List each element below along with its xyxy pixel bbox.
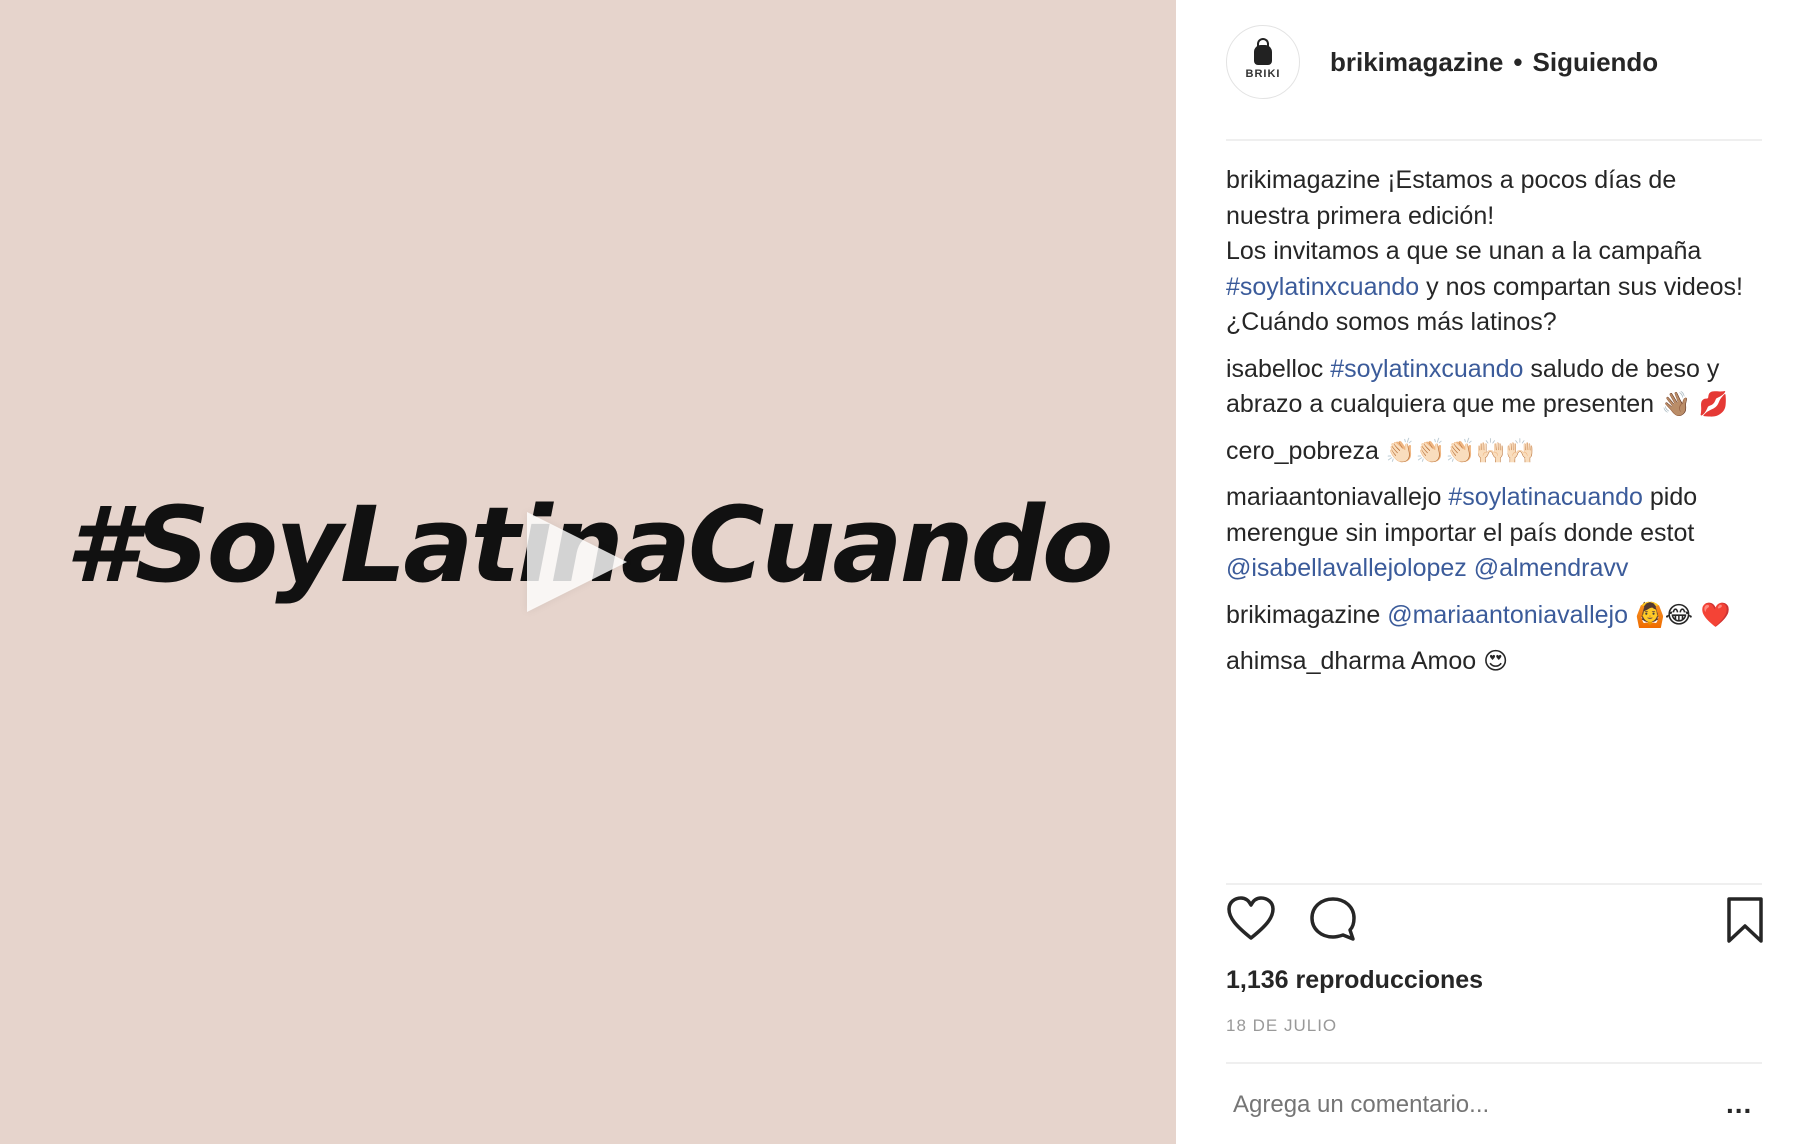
emoji-text: 🙆😂 ❤️ <box>1634 600 1731 629</box>
hashtag-or-mention-link[interactable]: @almendravv <box>1474 554 1629 582</box>
hashtag-or-mention-link[interactable]: @isabellavallejolopez <box>1226 554 1467 582</box>
hashtag-or-mention-link[interactable]: #soylatinacuando <box>1448 483 1643 511</box>
comments-list: brikimagazine ¡Estamos a pocos días de n… <box>1226 163 1758 691</box>
header-divider <box>1226 139 1762 141</box>
video-player[interactable]: #SoyLatinaCuando <box>0 0 1176 1144</box>
view-count[interactable]: 1,136 reproducciones <box>1226 966 1483 995</box>
header-username[interactable]: brikimagazine <box>1330 47 1503 78</box>
following-button[interactable]: Siguiendo <box>1533 47 1659 78</box>
comment-text <box>1628 601 1635 629</box>
hashtag-or-mention-link[interactable]: @mariaantoniavallejo <box>1387 601 1628 629</box>
comment-username[interactable]: brikimagazine <box>1226 601 1380 629</box>
action-bar <box>1226 896 1766 944</box>
comment-username[interactable]: isabelloc <box>1226 355 1323 383</box>
avatar-brand-text: BRIKI <box>1245 67 1281 80</box>
comment-text <box>1467 554 1474 582</box>
comment-username[interactable]: cero_pobreza <box>1226 437 1379 465</box>
comment-item: mariaantoniavallejo #soylatinacuando pid… <box>1226 480 1758 587</box>
heart-outline-icon[interactable] <box>1226 896 1276 947</box>
bookmark-icon[interactable] <box>1726 896 1764 949</box>
comment-item: brikimagazine ¡Estamos a pocos días de n… <box>1226 163 1758 341</box>
post-date[interactable]: 18 DE JULIO <box>1226 1016 1337 1036</box>
comment-username[interactable]: ahimsa_dharma <box>1226 647 1405 675</box>
comment-item: cero_pobreza 👏🏻👏🏻👏🏻🙌🏻🙌🏻 <box>1226 434 1758 470</box>
post-side-panel: BRIKI brikimagazine • Siguiendo brikimag… <box>1176 0 1800 1144</box>
comment-box-divider <box>1226 1062 1762 1064</box>
comment-item: ahimsa_dharma Amoo 😍 <box>1226 644 1758 680</box>
hashtag-or-mention-link[interactable]: #soylatinxcuando <box>1226 273 1419 301</box>
emoji-text: 👏🏻👏🏻👏🏻🙌🏻🙌🏻 <box>1385 436 1536 465</box>
post-header: BRIKI brikimagazine • Siguiendo <box>1226 22 1750 102</box>
comment-text: Amoo <box>1405 647 1484 675</box>
emoji-text: 😍 <box>1483 647 1509 675</box>
comment-username[interactable]: mariaantoniavallejo <box>1226 483 1441 511</box>
speech-bubble-icon[interactable] <box>1309 896 1357 947</box>
hashtag-or-mention-link[interactable]: #soylatinxcuando <box>1330 355 1523 383</box>
comment-item: isabelloc #soylatinxcuando saludo de bes… <box>1226 352 1758 423</box>
emoji-text: 👋🏽 💋 <box>1661 390 1729 418</box>
comment-text <box>1379 437 1386 465</box>
comment-username[interactable]: brikimagazine <box>1226 166 1380 194</box>
avatar[interactable]: BRIKI <box>1226 25 1300 99</box>
comments-divider <box>1226 883 1762 885</box>
comment-text: Los invitamos a que se unan a la campaña <box>1226 237 1702 265</box>
play-icon[interactable] <box>527 512 627 612</box>
more-options-icon[interactable]: ... <box>1726 1088 1752 1120</box>
kettlebell-logo-icon <box>1254 37 1272 65</box>
comment-item: brikimagazine @mariaantoniavallejo 🙆😂 ❤️ <box>1226 598 1758 634</box>
header-separator: • <box>1513 46 1523 77</box>
add-comment-input[interactable] <box>1231 1090 1635 1120</box>
